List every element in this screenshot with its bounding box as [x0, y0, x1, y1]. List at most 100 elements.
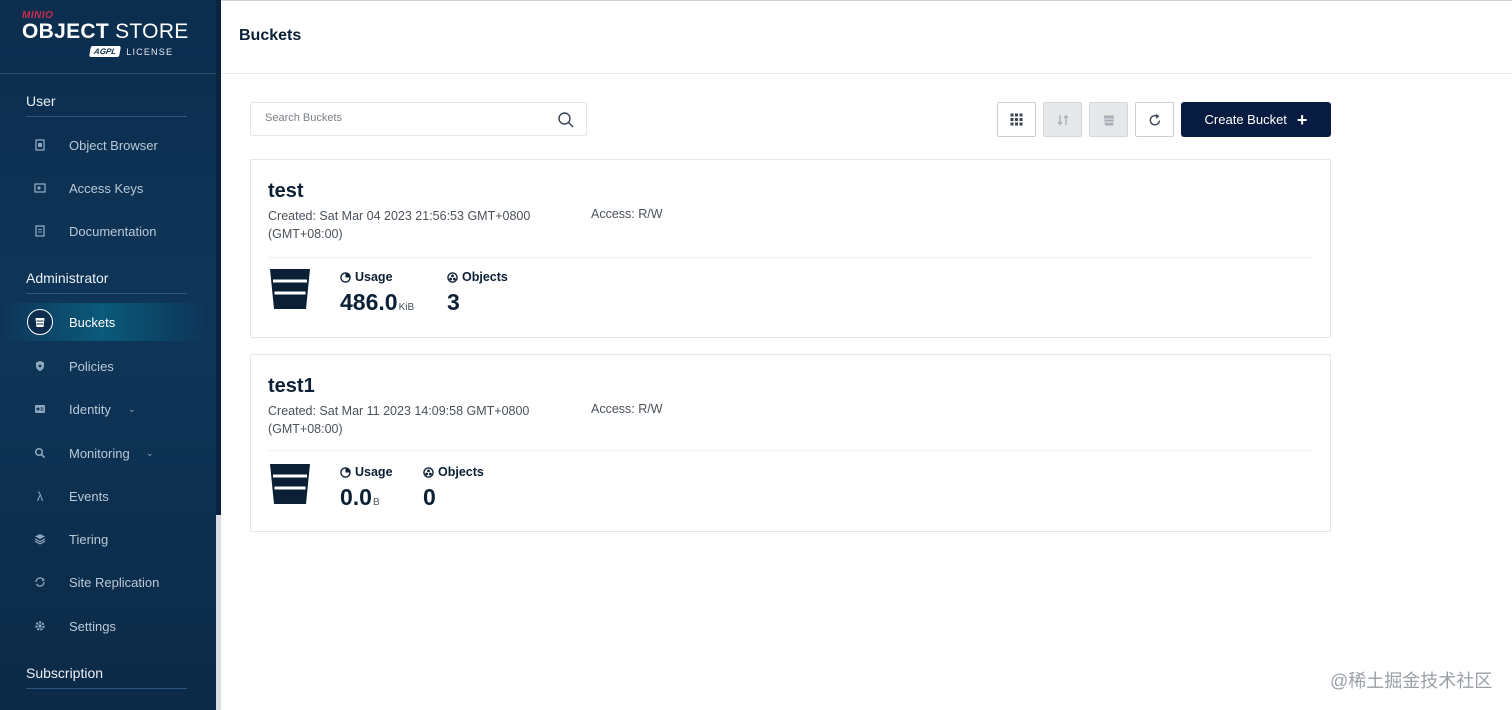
sidebar-item-identity[interactable]: Identity ⌄: [0, 390, 205, 428]
usage-label-text: Usage: [355, 465, 393, 479]
sidebar-item-object-browser[interactable]: Object Browser: [0, 126, 205, 164]
sidebar-item-label: Settings: [69, 618, 116, 634]
bucket-name[interactable]: test: [268, 180, 304, 203]
grid-view-button[interactable]: [997, 102, 1036, 137]
sidebar-item-access-keys[interactable]: Access Keys: [0, 169, 205, 207]
card-divider: [268, 450, 1313, 451]
lifecycle-bucket-icon: [1103, 115, 1114, 125]
replication-icon: [1056, 113, 1069, 126]
bucket-created-date: Created: Sat Mar 04 2023 21:56:53 GMT+08…: [268, 209, 531, 241]
monitoring-icon: [30, 443, 50, 463]
set-lifecycle-button[interactable]: [1089, 102, 1128, 137]
usage-number: 486.0: [340, 289, 398, 315]
sidebar-item-policies[interactable]: Policies: [0, 347, 205, 385]
chevron-down-icon[interactable]: ⌄: [146, 448, 154, 459]
card-divider: [268, 257, 1313, 258]
sidebar-item-label: Policies: [69, 358, 114, 374]
bucket-card[interactable]: test1 Created: Sat Mar 11 2023 14:09:58 …: [250, 354, 1331, 532]
object-browser-icon: [30, 135, 50, 155]
usage-number: 0.0: [340, 484, 372, 510]
section-title-administrator: Administrator: [26, 270, 109, 286]
refresh-button[interactable]: [1135, 102, 1174, 137]
section-divider: [26, 293, 187, 294]
sidebar-item-events[interactable]: λ Events: [0, 477, 205, 515]
logo-title: OBJECT STORE: [22, 21, 192, 43]
objects-label-text: Objects: [438, 465, 484, 479]
logo-title-light: STORE: [115, 20, 189, 43]
gear-icon: [30, 616, 50, 636]
sidebar-item-label: Site Replication: [69, 574, 160, 590]
sidebar-item-label: Monitoring: [69, 445, 130, 461]
watermark: @稀土掘金技术社区: [1330, 671, 1493, 691]
sidebar-item-monitoring[interactable]: Monitoring ⌄: [0, 434, 205, 472]
logo-license: AGPL LICENSE: [89, 46, 174, 57]
sidebar-item-label: Object Browser: [69, 137, 158, 153]
objects-label: Objects: [447, 270, 508, 284]
bucket-created-date: Created: Sat Mar 11 2023 14:09:58 GMT+08…: [268, 404, 530, 436]
access-keys-icon: [30, 178, 50, 198]
section-title-user: User: [26, 93, 56, 109]
objects-label-text: Objects: [462, 270, 508, 284]
bucket-icon: [27, 309, 53, 335]
sidebar-item-buckets[interactable]: Buckets: [0, 303, 205, 341]
usage-label: Usage: [340, 465, 393, 479]
agpl-badge: AGPL: [89, 46, 122, 57]
pie-chart-icon: [340, 466, 351, 478]
create-bucket-button[interactable]: Create Bucket +: [1181, 102, 1331, 137]
lambda-icon: λ: [36, 488, 44, 504]
sidebar-item-label: Buckets: [69, 314, 116, 330]
usage-value: 0.0B: [340, 484, 380, 511]
bucket-icon: [270, 464, 310, 504]
bucket-name[interactable]: test1: [268, 375, 315, 398]
replication-icon: [30, 572, 50, 592]
section-divider: [26, 116, 187, 117]
logo-divider: [0, 73, 217, 74]
sidebar-item-label: Documentation: [69, 223, 157, 239]
sidebar-scrollbar-thumb[interactable]: [216, 515, 221, 710]
section-divider: [26, 688, 187, 689]
sidebar-item-site-replication[interactable]: Site Replication: [0, 563, 205, 601]
grid-icon: [1010, 113, 1023, 126]
license-text: LICENSE: [126, 46, 174, 57]
refresh-icon: [1149, 113, 1160, 126]
sidebar-item-settings[interactable]: Settings: [0, 607, 205, 645]
sidebar-item-tiering[interactable]: Tiering: [0, 520, 205, 558]
create-bucket-label: Create Bucket: [1204, 112, 1287, 127]
tiering-icon: [30, 529, 50, 549]
bucket-card[interactable]: test Created: Sat Mar 04 2023 21:56:53 G…: [250, 159, 1331, 338]
sidebar-item-label: Identity: [69, 401, 111, 417]
objects-value: 3: [447, 289, 460, 315]
bucket-icon: [270, 269, 310, 309]
objects-icon: [447, 271, 458, 283]
plus-icon: +: [1296, 109, 1308, 130]
page-title: Buckets: [239, 27, 302, 44]
documentation-icon: [30, 221, 50, 241]
search-input[interactable]: [265, 112, 545, 124]
chevron-down-icon[interactable]: ⌄: [128, 404, 136, 415]
sidebar-item-label: Events: [69, 488, 109, 504]
usage-label: Usage: [340, 270, 393, 284]
usage-label-text: Usage: [355, 270, 393, 284]
section-title-subscription: Subscription: [26, 665, 104, 681]
logo-title-bold: OBJECT: [22, 20, 109, 43]
objects-icon: [423, 466, 434, 478]
usage-unit: KiB: [398, 302, 415, 313]
app-root: MINIO OBJECT STORE AGPL LICENSE User Obj…: [0, 0, 1512, 710]
pie-chart-icon: [340, 271, 351, 283]
minio-logo[interactable]: MINIO OBJECT STORE AGPL LICENSE: [22, 10, 192, 65]
sidebar: MINIO OBJECT STORE AGPL LICENSE User Obj…: [0, 0, 217, 710]
objects-label: Objects: [423, 465, 484, 479]
sidebar-item-label: Access Keys: [69, 180, 144, 196]
bucket-access: Access: R/W: [591, 402, 663, 416]
search-icon[interactable]: [557, 111, 575, 129]
usage-value: 486.0KiB: [340, 289, 414, 316]
search-box[interactable]: [250, 102, 587, 136]
usage-unit: B: [372, 497, 380, 508]
page-header: Buckets: [221, 0, 1512, 74]
identity-icon: [30, 399, 50, 419]
set-replication-button[interactable]: [1043, 102, 1082, 137]
objects-value: 0: [423, 484, 436, 510]
sidebar-item-documentation[interactable]: Documentation: [0, 212, 205, 250]
sidebar-item-label: Tiering: [69, 531, 109, 547]
bucket-access: Access: R/W: [591, 207, 663, 221]
